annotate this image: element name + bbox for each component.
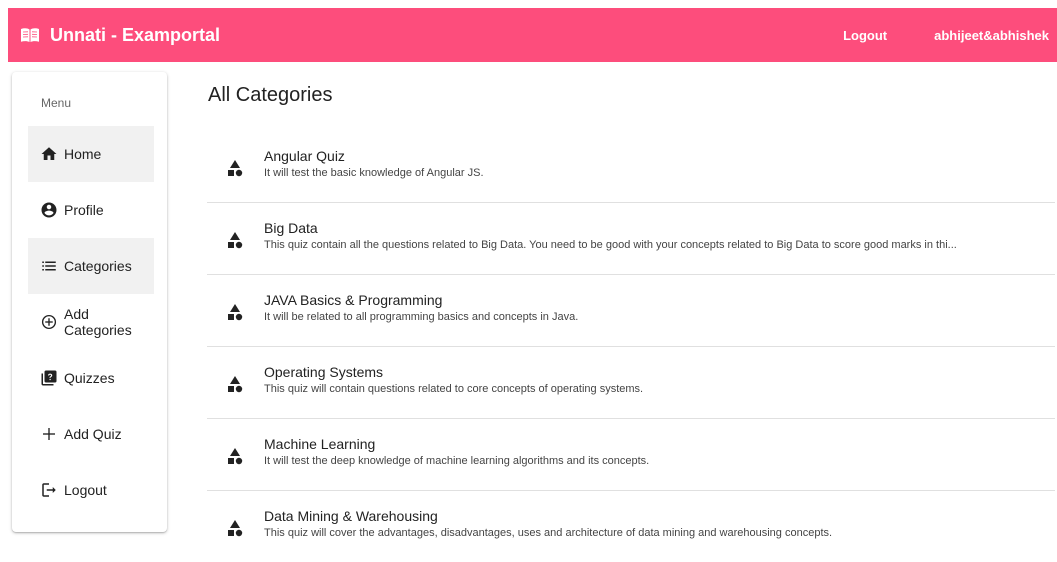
list-icon xyxy=(40,257,58,275)
quiz-icon xyxy=(40,369,58,387)
category-shapes-icon xyxy=(227,375,243,393)
category-shapes-icon xyxy=(227,519,243,537)
sidebar-item-categories[interactable]: Categories xyxy=(28,238,154,294)
sidebar-item-label: Add Quiz xyxy=(64,426,122,442)
sidebar-item-label: Home xyxy=(64,146,101,162)
sidebar-item-quizzes[interactable]: Quizzes xyxy=(28,350,154,406)
category-list: Angular Quiz It will test the basic know… xyxy=(207,131,1055,562)
brand-title: Unnati - Examportal xyxy=(50,25,220,46)
sidebar-item-logout[interactable]: Logout xyxy=(28,462,154,518)
list-item[interactable]: JAVA Basics & Programming It will be rel… xyxy=(207,275,1055,347)
sidebar-item-home[interactable]: Home xyxy=(28,126,154,182)
category-description: It will test the basic knowledge of Angu… xyxy=(264,167,1052,179)
home-icon xyxy=(40,145,58,163)
toolbar-logout-link[interactable]: Logout xyxy=(843,28,887,43)
book-icon xyxy=(20,27,40,43)
sidebar-menu-label: Menu xyxy=(41,96,71,110)
category-shapes-icon xyxy=(227,447,243,465)
sidebar-item-label: Quizzes xyxy=(64,370,115,386)
sidebar-item-label: Profile xyxy=(64,202,104,218)
sidebar: Menu Home Profile Categories xyxy=(12,72,167,532)
toolbar-username-link[interactable]: abhijeet&abhishek xyxy=(934,28,1049,43)
sidebar-item-label: Add Categories xyxy=(64,306,132,338)
sidebar-item-label: Categories xyxy=(64,258,132,274)
category-description: It will test the deep knowledge of machi… xyxy=(264,455,1052,467)
top-strip xyxy=(0,0,1057,8)
page-title: All Categories xyxy=(208,84,333,107)
category-shapes-icon xyxy=(227,231,243,249)
category-shapes-icon xyxy=(227,303,243,321)
app-toolbar: Unnati - Examportal Logout abhijeet&abhi… xyxy=(8,8,1057,62)
category-description: This quiz will cover the advantages, dis… xyxy=(264,527,1052,539)
category-shapes-icon xyxy=(227,159,243,177)
category-description: This quiz will contain questions related… xyxy=(264,383,1052,395)
category-title: Machine Learning xyxy=(264,436,1052,452)
sidebar-item-add-quiz[interactable]: Add Quiz xyxy=(28,406,154,462)
category-title: JAVA Basics & Programming xyxy=(264,292,1052,308)
category-title: Operating Systems xyxy=(264,364,1052,380)
category-title: Big Data xyxy=(264,220,1052,236)
category-description: It will be related to all programming ba… xyxy=(264,311,1052,323)
sidebar-item-label: Logout xyxy=(64,482,107,498)
list-item[interactable]: Data Mining & Warehousing This quiz will… xyxy=(207,491,1055,562)
sidebar-item-profile[interactable]: Profile xyxy=(28,182,154,238)
category-title: Data Mining & Warehousing xyxy=(264,508,1052,524)
add-circle-outline-icon xyxy=(40,313,58,331)
list-item[interactable]: Big Data This quiz contain all the quest… xyxy=(207,203,1055,275)
sidebar-item-add-categories[interactable]: Add Categories xyxy=(28,294,154,350)
account-circle-icon xyxy=(40,201,58,219)
category-title: Angular Quiz xyxy=(264,148,1052,164)
list-item[interactable]: Angular Quiz It will test the basic know… xyxy=(207,131,1055,203)
category-description: This quiz contain all the questions rela… xyxy=(264,239,1052,251)
logout-icon xyxy=(40,481,58,499)
add-icon xyxy=(40,425,58,443)
list-item[interactable]: Operating Systems This quiz will contain… xyxy=(207,347,1055,419)
brand[interactable]: Unnati - Examportal xyxy=(20,25,220,46)
list-item[interactable]: Machine Learning It will test the deep k… xyxy=(207,419,1055,491)
